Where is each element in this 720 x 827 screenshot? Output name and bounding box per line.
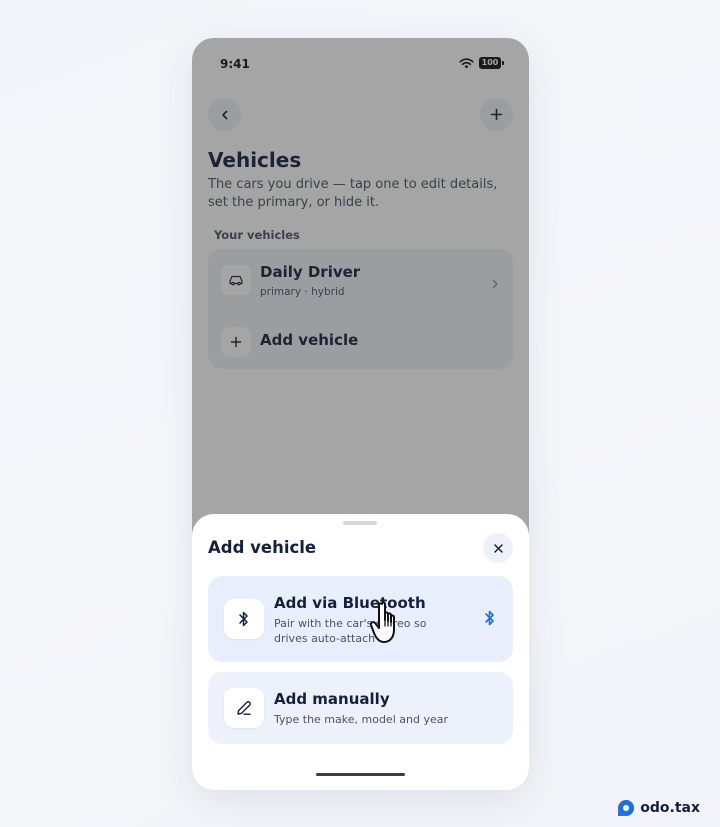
home-indicator <box>316 773 405 776</box>
brand-logo: odo.tax <box>617 799 700 817</box>
bluetooth-icon <box>224 599 264 639</box>
hand-cursor-icon <box>369 600 412 650</box>
add-manually-option[interactable]: Add manually Type the make, model and ye… <box>208 672 513 744</box>
bluetooth-icon <box>483 609 497 631</box>
sheet-title: Add vehicle <box>208 538 317 557</box>
sheet-grabber[interactable] <box>343 521 377 525</box>
phone-frame: 9:41 100 Vehicles The cars you drive — t… <box>192 38 529 790</box>
add-vehicle-sheet: Add vehicle Add via Bluetooth Pair with … <box>192 514 529 790</box>
brand-name: odo.tax <box>640 800 700 816</box>
option-description: Type the make, model and year <box>274 713 448 726</box>
option-description: Pair with the car's stereo so drives aut… <box>274 617 427 645</box>
close-icon <box>493 543 503 553</box>
odo-logo-icon <box>618 800 635 816</box>
add-via-bluetooth-option[interactable]: Add via Bluetooth Pair with the car's st… <box>208 576 513 662</box>
close-button[interactable] <box>483 533 513 563</box>
vehicles-screen: 9:41 100 Vehicles The cars you drive — t… <box>192 38 529 790</box>
pencil-icon <box>224 688 264 728</box>
option-title: Add manually <box>274 690 390 708</box>
